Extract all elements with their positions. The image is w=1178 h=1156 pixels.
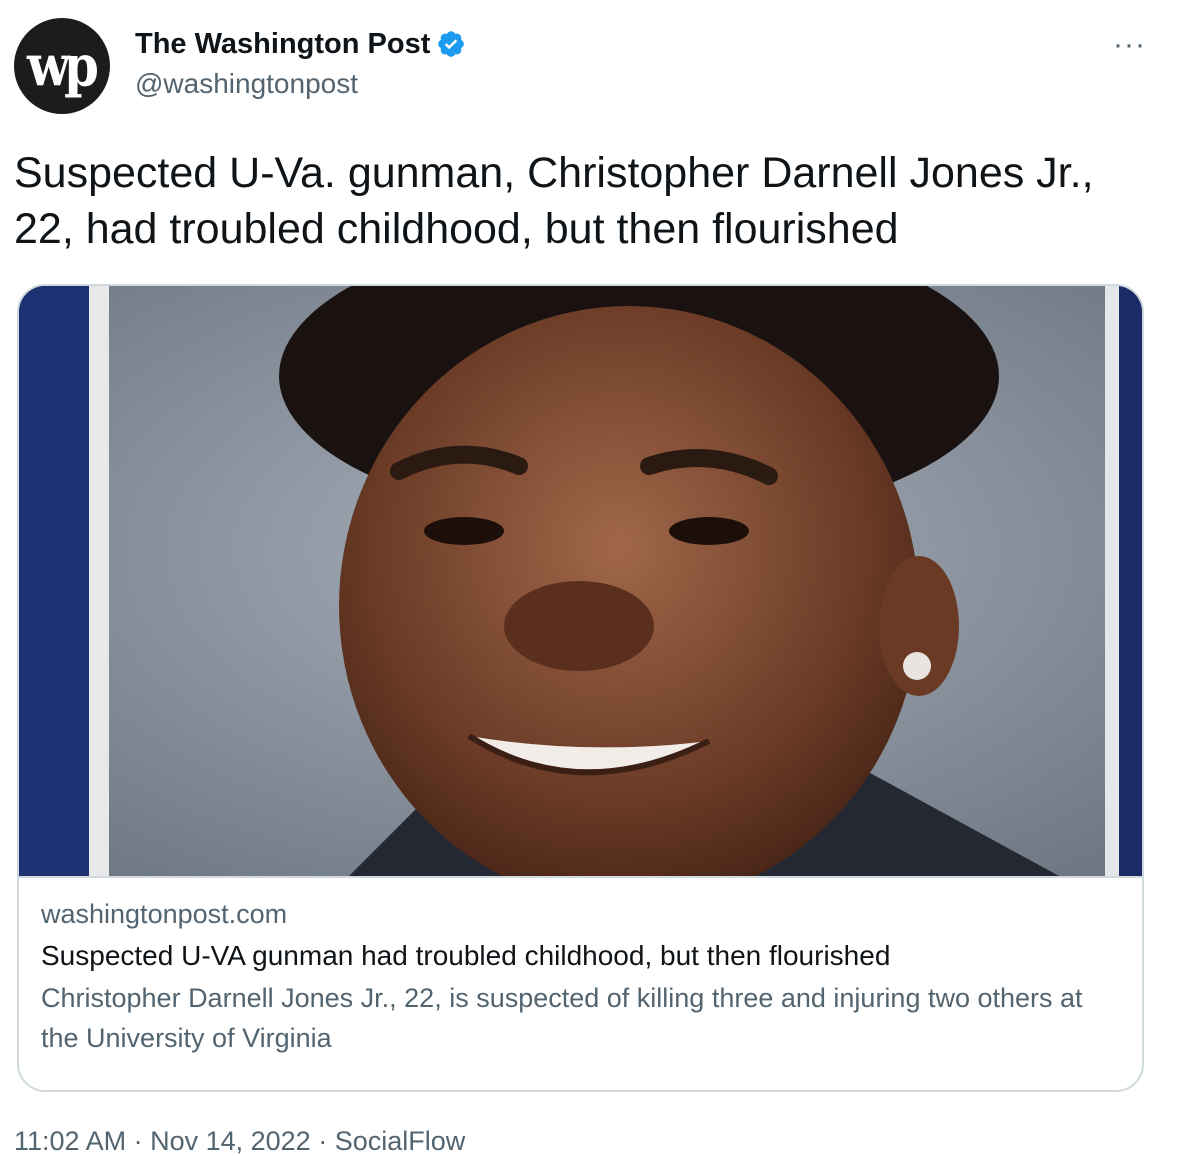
meta-separator: · — [310, 1126, 335, 1156]
tweet-time[interactable]: 11:02 AM — [14, 1126, 126, 1156]
card-domain: washingtonpost.com — [41, 899, 288, 929]
washington-post-logo-icon: wp — [26, 31, 99, 100]
card-body[interactable]: washingtonpost.com Suspected U-VA gunman… — [19, 876, 1142, 1058]
tweet-text: Suspected U-Va. gunman, Christopher Darn… — [14, 149, 1094, 253]
avatar[interactable]: wp — [14, 18, 110, 114]
link-card[interactable]: washingtonpost.com Suspected U-VA gunman… — [17, 284, 1144, 1092]
meta-separator: · — [126, 1126, 151, 1156]
tweet: wp The Washington Post @washingtonpost ·… — [0, 0, 1178, 1156]
card-image[interactable] — [19, 286, 1142, 876]
tweet-header: wp The Washington Post @washingtonpost ·… — [14, 18, 1164, 118]
verified-badge-icon[interactable] — [436, 29, 466, 59]
tweet-source[interactable]: SocialFlow — [335, 1126, 466, 1156]
name-row: The Washington Post — [135, 24, 466, 64]
display-name[interactable]: The Washington Post — [135, 28, 430, 61]
author-info: The Washington Post @washingtonpost — [135, 24, 466, 100]
handle[interactable]: @washingtonpost — [135, 68, 466, 100]
tweet-meta: 11:02 AM · Nov 14, 2022 · SocialFlow — [14, 1126, 465, 1156]
tweet-date[interactable]: Nov 14, 2022 — [150, 1126, 311, 1156]
portrait-photo — [19, 286, 1142, 876]
card-description: Christopher Darnell Jones Jr., 22, is su… — [41, 983, 1083, 1053]
more-options-icon[interactable]: ··· — [1113, 30, 1146, 60]
card-title: Suspected U-VA gunman had troubled child… — [41, 940, 891, 971]
